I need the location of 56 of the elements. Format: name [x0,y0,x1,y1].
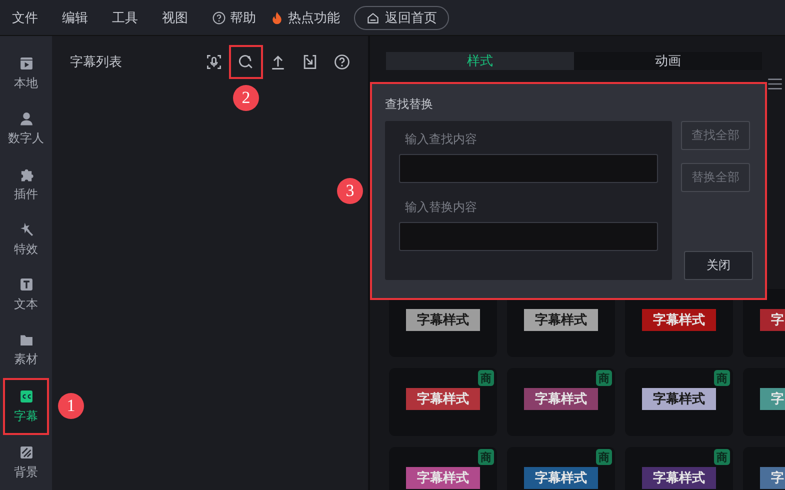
menu-item[interactable]: 编辑 [62,8,88,26]
tab[interactable]: 样式 [386,52,574,70]
sidebar-label: 插件 [14,186,38,203]
close-button[interactable]: 关闭 [684,251,753,280]
sidebar-item[interactable]: 插件 [3,156,49,212]
style-card[interactable]: 字 [743,447,785,490]
sidebar-label: 数字人 [8,130,44,148]
style-card[interactable]: 字幕样式 商 [507,368,615,436]
style-preview: 字幕样式 [406,467,480,489]
style-card[interactable]: 字幕样式 商 [625,368,733,436]
field-label: 输入替换内容 [405,199,478,216]
sidebar-label: 文本 [14,296,38,314]
commercial-badge: 商 [596,449,612,465]
sidebar-item[interactable]: 背景 [3,434,49,490]
dialog-title: 查找替换 [385,96,434,113]
sidebar-item[interactable]: 本地 [3,46,49,102]
help-menu[interactable]: 帮助 [212,8,256,26]
hot-features-menu[interactable]: 热点功能 [270,8,340,26]
sidebar-label: 背景 [14,464,38,481]
sidebar-label: 本地 [14,75,38,92]
sidebar-label: 字幕 [14,408,38,425]
style-preview: 字 [760,309,785,331]
menu-item[interactable]: 文件 [12,8,38,26]
tab[interactable]: 动画 [574,52,762,70]
style-card[interactable]: 字幕样式 商 [625,447,733,490]
commercial-badge: 商 [714,449,730,465]
style-preview: 字 [760,388,785,410]
commercial-badge: 商 [478,449,494,465]
commercial-badge: 商 [714,370,730,386]
style-preview: 字 [760,467,785,489]
field-label: 输入查找内容 [405,131,478,148]
sidebar-label: 特效 [14,240,38,258]
style-preview: 字幕样式 [406,309,480,331]
style-preview: 字幕样式 [406,388,480,410]
sidebar-item[interactable]: 素材 [3,322,49,378]
style-preview: 字幕样式 [524,309,598,331]
style-preview: 字幕样式 [642,467,716,489]
sidebar-item[interactable]: 特效 [3,212,49,267]
style-preview: 字幕样式 [642,309,716,331]
menu-item[interactable]: 工具 [112,8,138,26]
sidebar-item[interactable]: 数字人 [3,101,49,156]
menu-item[interactable]: 视图 [162,8,188,26]
style-card[interactable]: 字 [743,289,785,357]
style-preview: 字幕样式 [524,388,598,410]
style-card[interactable]: 字幕样式 商 [389,447,497,490]
sidebar-label: 素材 [14,351,38,368]
style-card[interactable]: 字幕样式 商 [507,447,615,490]
commercial-badge: 商 [478,370,494,386]
home-button[interactable]: 返回首页 [354,6,449,30]
panel-title: 字幕列表 [70,54,123,71]
style-preview: 字幕样式 [642,388,716,410]
sidebar-item[interactable]: 文本 [3,267,49,322]
commercial-badge: 商 [596,370,612,386]
style-preview: 字幕样式 [524,467,598,489]
callout-number: 2 [233,85,259,111]
style-card[interactable]: 字幕样式 商 [389,368,497,436]
